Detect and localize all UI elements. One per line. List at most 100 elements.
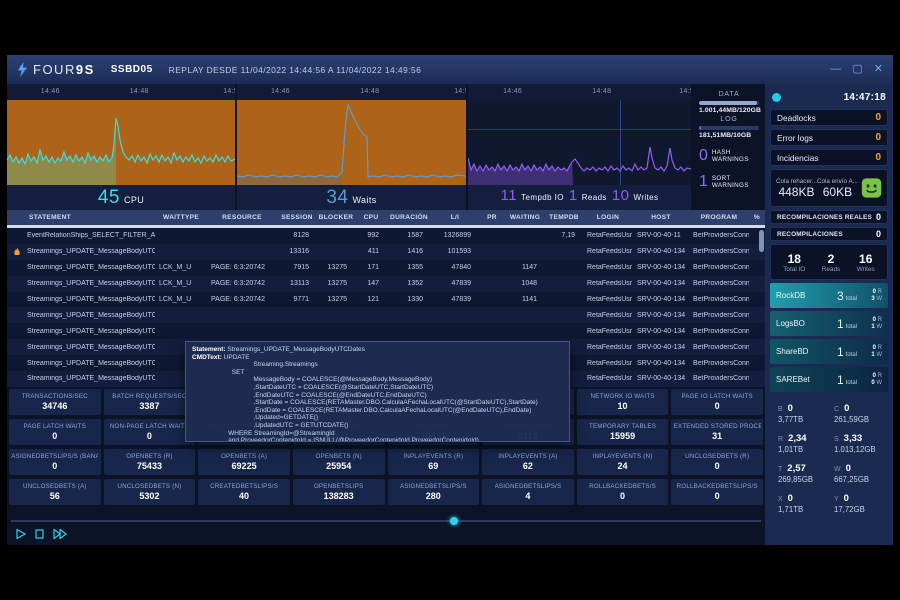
recompilations-value: 0 [876,229,881,239]
timeline-slider[interactable] [11,516,761,526]
column-header: L/I [431,214,479,221]
stat-tile: TEMPORARY TABLES15959 [577,419,669,445]
drive-capacity: 1,01TB [778,445,830,454]
queue-label: Cola rehacer... [776,178,817,185]
sidebar-header: 14:47:18 [770,88,888,106]
tempdb-chart[interactable]: 14:4614:4814:50 11Tempdb IO1Reads10Write… [468,84,691,210]
timeline-handle[interactable] [450,517,458,525]
database-row-logsbo[interactable]: LogsBO1total0 R1 W [770,311,888,336]
brand-name: FOUR9S [33,62,95,77]
cell: SRV-00-40-134 [633,328,689,335]
cell: PAGE: 6:3:20742 [207,264,277,271]
alert-counter-deadlocks[interactable]: Deadlocks0 [770,109,888,126]
stat-tile-label: INPLAYEVENTS (N) [593,453,653,460]
metric-reads: 1Reads [569,187,607,204]
cell: 7,19 [545,232,583,239]
stat-tile: ROLLBACKEDBETSLIPS/S0 [671,479,763,505]
statement-tooltip: Statement: Streamings_UPDATE_MessageBody… [185,341,570,442]
fast-forward-icon[interactable] [53,529,67,539]
cell: RetaFeedsUsr [583,375,633,382]
database-total: 3total [837,289,857,303]
cell: RetaFeedsUsr [583,248,633,255]
recompilations-cards: RECOMPILACIONES REALES0RECOMPILACIONES0 [770,210,888,241]
stat-tile-value: 3387 [139,401,159,411]
drive-value: 0 [844,403,849,414]
charts-row: 14:4614:4814:50 45CPU 14:4614:4814:50 34… [7,84,765,210]
right-sidebar: 14:47:18 Deadlocks0 Error logs0 Incidencia… [765,84,893,545]
time-tick: 14:48 [592,88,611,95]
database-row-sarebet[interactable]: SAREBet1total0 R0 W [770,367,888,392]
waits-chart[interactable]: 14:4614:4814:50 34Waits [237,84,466,210]
drive-letter: C [834,406,839,413]
stat-tile-value: 0 [620,491,625,501]
stat-tile-label: PAGE LATCH WAITS [24,423,87,430]
stat-tile-label: CREATEDBETSLIPS/S [210,483,278,490]
metric-waits: 34Waits [326,187,376,209]
drive-b: B03,77TB [778,403,830,424]
table-row[interactable]: Streamings_UPDATE_MessageBodyUTCDatesLCK… [7,276,765,292]
database-row-sharebd[interactable]: ShareBD1total0 R1 W [770,339,888,364]
stop-icon[interactable] [35,529,44,539]
alert-counter-incidencias[interactable]: Incidencias0 [770,149,888,166]
metric-writes: 10Writes [612,187,659,204]
table-scrollbar-thumb[interactable] [759,230,764,252]
drive-line: T2,57 [778,463,830,474]
cell: BetProvidersConn... [689,312,749,319]
table-row[interactable]: EventRelationShips_SELECT_FILTER_Actives… [7,228,765,244]
database-reads-writes: 0 R1 W [860,345,882,359]
waits-sparkline [237,100,466,185]
cell: 1147 [505,264,545,271]
stat-tile: BATCH REQUESTS/SEC3387 [104,389,196,415]
drive-letter: S [834,436,839,443]
table-row[interactable]: Streamings_UPDATE_MessageBodyUTCDatesLCK… [7,292,765,308]
cell: SRV-00-40-134 [633,312,689,319]
drive-line: R2,34 [778,433,830,444]
metric-value: 34 [326,187,348,209]
io-summary-total-io: 18Total IO [783,252,805,273]
stat-tile-value: 31 [712,431,722,441]
statement-cell: Streamings_UPDATE_MessageBodyUTCDates [7,328,155,335]
stat-tile-label: OPENBETSLIPS [314,483,364,490]
alert-counters: Deadlocks0 Error logs0 Incidencias0 [770,109,888,166]
database-name: RockDB [776,291,834,300]
database-row-rockdb[interactable]: RockDB3total0 R3 W [770,283,888,308]
log-file-label: LOG [699,116,759,123]
maximize-icon[interactable]: ▢ [852,64,862,75]
drive-capacity: 269,85GB [778,475,830,484]
minimize-icon[interactable]: — [830,64,841,75]
stat-tile: CREATEDBETSLIPS/S40 [198,479,290,505]
cell: BetProvidersConn... [689,280,749,287]
cpu-chart[interactable]: 14:4614:4814:50 45CPU [7,84,235,210]
table-row[interactable]: Streamings_UPDATE_MessageBodyUTCDatesRet… [7,323,765,339]
column-header: PROGRAM [689,214,749,221]
stat-tile: ASIGNEDBETSLIPS/S4 [482,479,574,505]
status-dot-icon[interactable] [772,93,781,102]
stat-tile-label: UNCLOSEDBETS (R) [685,453,749,460]
timeline-track[interactable] [11,520,761,522]
stat-tile-value: 62 [523,461,533,471]
recompilations-card: RECOMPILACIONES REALES0 [770,210,888,224]
table-row[interactable]: Streamings_UPDATE_MessageBodyUTCDatesRet… [7,307,765,323]
play-icon[interactable] [16,529,26,539]
tooltip-statement-label: Statement: [192,346,226,353]
drives-grid: B03,77TBC0261,59GBR2,341,01TBS3,331.013,… [770,395,888,545]
database-total: 1total [837,317,857,331]
stat-tile-value: 0 [147,431,152,441]
io-summary-label: Reads [822,266,840,273]
drive-capacity: 1,71TB [778,505,830,514]
stat-tile: EXTENDED STORED PROCE...31 [671,419,763,445]
stat-tile: NON-PAGE LATCH WAITS0 [104,419,196,445]
database-reads-writes: 0 R1 W [860,317,882,331]
statement-cell: Streamings_UPDATE_MessageBodyUTCDates [7,312,155,319]
playback-bar [7,514,765,545]
alert-value: 0 [875,132,881,143]
alert-counter-error-logs[interactable]: Error logs0 [770,129,888,146]
drive-line: B0 [778,403,830,414]
tooltip-statement-value: Streamings_UPDATE_MessageBodyUTCDates [226,346,365,353]
table-row[interactable]: Streamings_UPDATE_MessageBodyUTCDates133… [7,244,765,260]
cell: 1352 [387,280,431,287]
close-icon[interactable]: ✕ [874,64,883,75]
table-row[interactable]: Streamings_UPDATE_MessageBodyUTCDatesLCK… [7,260,765,276]
cell: LCK_M_U [155,280,207,287]
stat-tile-value: 69 [428,461,438,471]
